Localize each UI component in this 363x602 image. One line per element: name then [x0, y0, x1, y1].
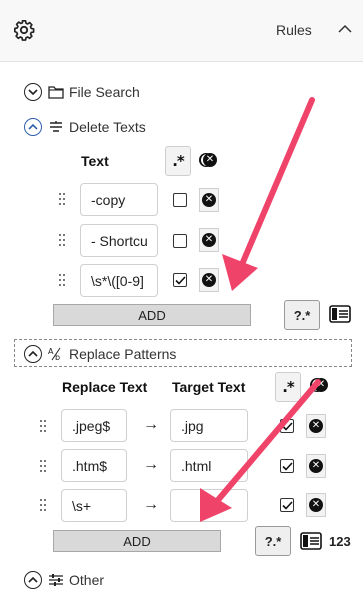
regex-help-symbol: ?.*	[293, 307, 311, 323]
remove-row-button[interactable]: ✕	[199, 268, 219, 292]
arrow-right-icon: →	[143, 456, 159, 473]
section-label: Delete Texts	[69, 119, 146, 135]
drag-handle-icon[interactable]	[59, 193, 65, 205]
counter-toggle[interactable]: 123	[329, 534, 351, 549]
regex-help-button[interactable]: ?.*	[284, 300, 320, 330]
arrow-right-icon: →	[143, 496, 159, 513]
regex-toggle-header[interactable]: .*	[165, 146, 191, 176]
target-text-field[interactable]: .jpg	[170, 409, 248, 442]
drag-handle-icon[interactable]	[40, 420, 46, 432]
section-file-search[interactable]: File Search	[24, 83, 140, 101]
close-circle-icon: ✕	[309, 459, 323, 473]
replace-text-field[interactable]: \s+	[61, 489, 127, 522]
remove-all-icon[interactable]: ✕	[200, 148, 220, 172]
chevron-up-icon[interactable]	[338, 24, 352, 34]
section-other[interactable]: Other	[24, 571, 104, 589]
drag-handle-icon[interactable]	[59, 274, 65, 286]
chevron-up-icon[interactable]	[24, 345, 42, 363]
target-text-field[interactable]: .html	[170, 449, 248, 482]
regex-toggle-header[interactable]: .*	[275, 372, 301, 402]
drag-handle-icon[interactable]	[40, 499, 46, 511]
drag-handle-icon[interactable]	[40, 460, 46, 472]
text-replace-icon: Ab	[48, 347, 61, 361]
section-replace-patterns[interactable]: Ab Replace Patterns	[24, 345, 176, 363]
column-header-target-text: Target Text	[172, 379, 246, 395]
regex-checkbox[interactable]	[173, 193, 187, 207]
regex-checkbox[interactable]	[280, 459, 294, 473]
remove-row-button[interactable]: ✕	[306, 493, 326, 517]
regex-checkbox[interactable]	[280, 419, 294, 433]
close-circle-icon: ✕	[202, 193, 216, 207]
regex-help-button[interactable]: ?.*	[255, 526, 291, 556]
close-circle-icon: ✕	[309, 498, 323, 512]
remove-row-button[interactable]: ✕	[306, 414, 326, 438]
delete-text-field[interactable]: -copy	[80, 183, 158, 216]
drag-handle-icon[interactable]	[59, 234, 65, 246]
section-label: Other	[69, 572, 105, 588]
folder-icon	[48, 86, 64, 99]
annotation-arrow-top	[222, 97, 315, 291]
regex-checkbox[interactable]	[173, 273, 187, 287]
chevron-down-icon[interactable]	[24, 83, 42, 101]
add-delete-text-button[interactable]: ADD	[53, 304, 251, 326]
section-label: File Search	[69, 84, 140, 100]
close-circle-icon: ✕	[202, 273, 216, 287]
remove-all-icon[interactable]: ✕	[311, 373, 331, 397]
add-replace-pattern-button[interactable]: ADD	[53, 530, 221, 552]
list-icon[interactable]	[300, 532, 322, 550]
delete-text-field[interactable]: \s*\([0-9]	[80, 264, 158, 297]
svg-text:A: A	[48, 347, 54, 356]
regex-checkbox[interactable]	[173, 234, 187, 248]
chevron-up-icon[interactable]	[24, 118, 42, 136]
column-header-replace-text: Replace Text	[62, 379, 148, 395]
section-delete-texts[interactable]: Delete Texts	[24, 118, 146, 136]
close-circle-icon: ✕	[202, 233, 216, 247]
remove-row-button[interactable]: ✕	[199, 188, 219, 212]
rules-panel-header[interactable]: Rules	[0, 0, 363, 62]
remove-row-button[interactable]: ✕	[199, 228, 219, 252]
arrow-right-icon: →	[143, 416, 159, 433]
close-circle-icon: ✕	[309, 419, 323, 433]
gear-icon[interactable]	[13, 19, 35, 41]
delete-text-field[interactable]: - Shortcu	[80, 224, 158, 257]
chevron-up-icon[interactable]	[24, 571, 42, 589]
replace-text-field[interactable]: .jpeg$	[61, 409, 127, 442]
filter-icon	[50, 121, 62, 132]
replace-text-field[interactable]: .htm$	[61, 449, 127, 482]
column-header-text: Text	[81, 153, 109, 169]
remove-row-button[interactable]: ✕	[306, 454, 326, 478]
regex-symbol: .*	[172, 152, 185, 170]
sliders-icon	[49, 574, 63, 586]
list-icon[interactable]	[329, 305, 351, 323]
panel-title: Rules	[276, 22, 312, 38]
regex-checkbox[interactable]	[280, 498, 294, 512]
regex-help-symbol: ?.*	[264, 533, 282, 549]
target-text-field[interactable]	[170, 489, 248, 522]
section-label: Replace Patterns	[69, 346, 177, 362]
regex-symbol: .*	[282, 378, 295, 396]
